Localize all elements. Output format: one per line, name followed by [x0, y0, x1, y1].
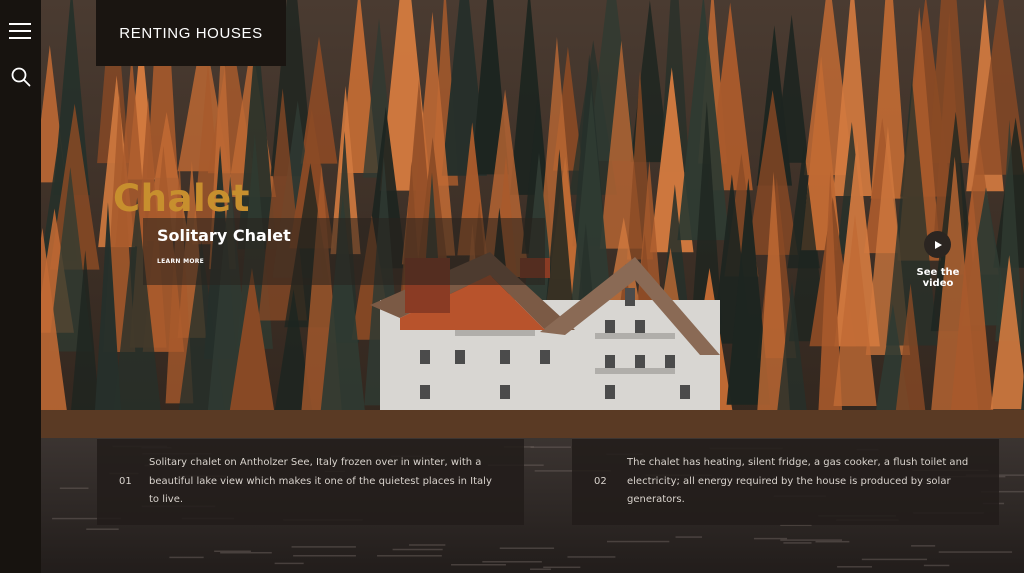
info-card: 02 The chalet has heating, silent fridge…: [572, 439, 999, 525]
hero-kicker: Chalet: [113, 177, 250, 220]
hamburger-menu-icon[interactable]: [9, 23, 31, 41]
play-icon: [934, 240, 942, 249]
brand-title: RENTING HOUSES: [119, 24, 263, 42]
card-text: Solitary chalet on Antholzer See, Italy …: [149, 457, 492, 505]
hero-title: Solitary Chalet: [157, 226, 291, 245]
left-rail: [0, 0, 41, 573]
see-video-link[interactable]: See the video: [900, 267, 976, 289]
card-text: The chalet has heating, silent fridge, a…: [627, 457, 969, 505]
play-video-button[interactable]: [924, 231, 951, 258]
info-card: 01 Solitary chalet on Antholzer See, Ita…: [97, 439, 524, 525]
brand-block[interactable]: RENTING HOUSES: [96, 0, 286, 66]
learn-more-link[interactable]: LEARN MORE: [157, 258, 204, 265]
card-number: 02: [594, 476, 607, 487]
search-icon[interactable]: [10, 66, 32, 88]
card-number: 01: [119, 476, 132, 487]
